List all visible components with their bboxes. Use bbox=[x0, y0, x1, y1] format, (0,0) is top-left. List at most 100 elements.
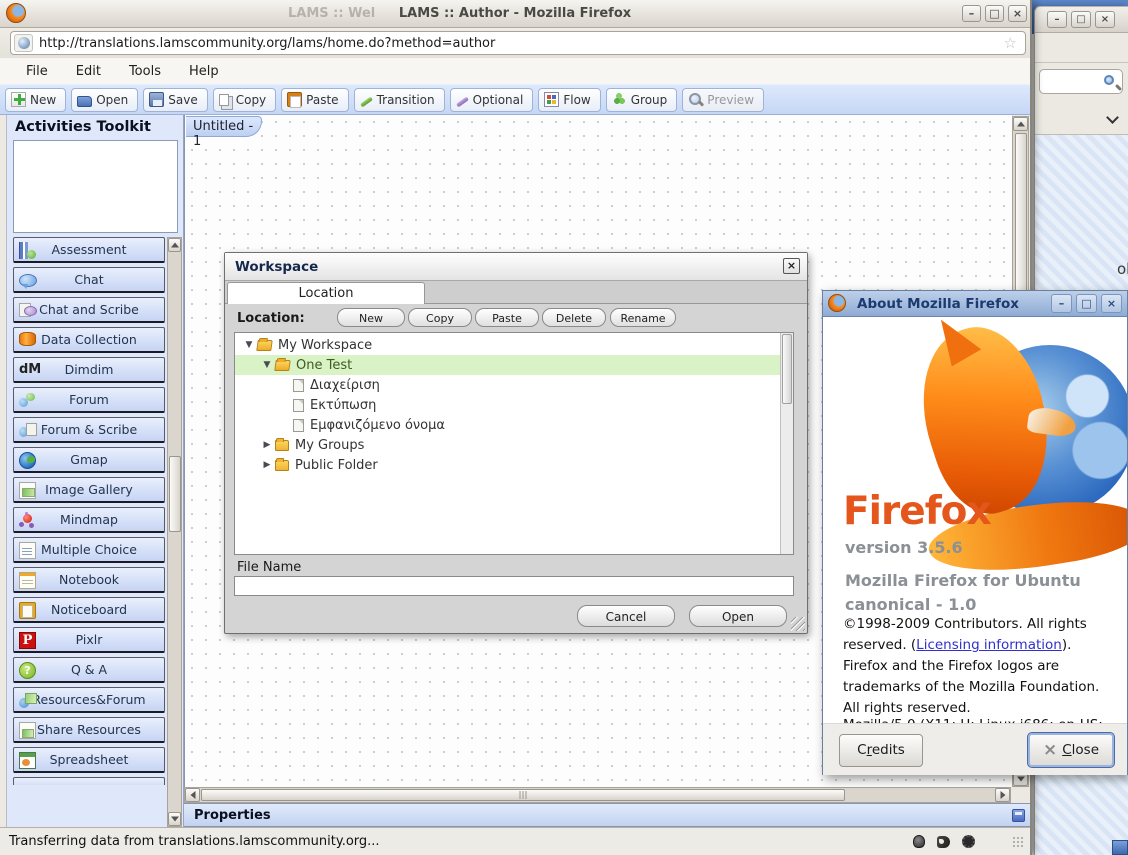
activity-partial[interactable] bbox=[13, 777, 165, 785]
workspace-dialog-header[interactable]: Workspace × bbox=[225, 253, 807, 281]
chevron-down-icon[interactable] bbox=[1106, 111, 1119, 124]
tree-item-my-groups[interactable]: ▶ My Groups bbox=[235, 435, 793, 455]
close-icon[interactable]: × bbox=[1101, 294, 1122, 313]
bookmark-star-icon[interactable]: ☆ bbox=[1004, 34, 1017, 52]
titlebar[interactable]: LAMS :: Wel LAMS :: Author - Mozilla Fir… bbox=[0, 0, 1030, 28]
folder-icon bbox=[275, 440, 289, 451]
maximize-icon[interactable]: □ bbox=[985, 5, 1004, 22]
close-icon[interactable]: × bbox=[1095, 11, 1115, 28]
copy-button[interactable]: Copy bbox=[408, 308, 472, 327]
expander-down-icon[interactable]: ▼ bbox=[261, 360, 273, 370]
preview-button[interactable]: Preview bbox=[682, 88, 764, 112]
transition-button[interactable]: Transition bbox=[354, 88, 445, 112]
scrollbar-thumb[interactable] bbox=[201, 789, 845, 801]
delete-button[interactable]: Delete bbox=[542, 308, 606, 327]
url-bar[interactable]: ☆ bbox=[10, 31, 1026, 55]
minimize-icon[interactable]: – bbox=[1051, 294, 1072, 313]
activity-chat-and-scribe[interactable]: Chat and Scribe bbox=[13, 297, 165, 323]
sidebar-scrollbar[interactable] bbox=[167, 237, 182, 827]
activity-spreadsheet[interactable]: Spreadsheet bbox=[13, 747, 165, 773]
url-input[interactable] bbox=[39, 32, 989, 54]
paste-button[interactable]: Paste bbox=[475, 308, 539, 327]
activity-notebook[interactable]: Notebook bbox=[13, 567, 165, 593]
canvas-horizontal-scrollbar[interactable] bbox=[184, 787, 1011, 803]
design-tab[interactable]: Untitled - 1 bbox=[186, 116, 262, 137]
tab-location[interactable]: Location bbox=[227, 282, 425, 304]
flow-icon bbox=[544, 92, 559, 107]
scroll-down-icon[interactable] bbox=[168, 812, 181, 826]
minimize-icon[interactable]: – bbox=[1047, 11, 1067, 28]
copy-button[interactable]: Copy bbox=[213, 88, 276, 112]
activity-chat[interactable]: Chat bbox=[13, 267, 165, 293]
menu-edit[interactable]: Edit bbox=[66, 61, 111, 82]
expand-icon[interactable] bbox=[1012, 809, 1025, 822]
activity-gmap[interactable]: Gmap bbox=[13, 447, 165, 473]
activity-dimdim[interactable]: dMDimdim bbox=[13, 357, 165, 383]
activity-mindmap[interactable]: Mindmap bbox=[13, 507, 165, 533]
close-icon[interactable]: × bbox=[783, 258, 800, 274]
search-input[interactable] bbox=[1039, 69, 1123, 94]
activity-forum[interactable]: Forum bbox=[13, 387, 165, 413]
tree-item-file[interactable]: Διαχείριση bbox=[235, 375, 793, 395]
activity-multiple-choice[interactable]: Multiple Choice bbox=[13, 537, 165, 563]
gear-icon[interactable] bbox=[962, 835, 975, 848]
minimize-icon[interactable]: – bbox=[962, 5, 981, 22]
activity-share-resources[interactable]: Share Resources bbox=[13, 717, 165, 743]
activity-forum-scribe[interactable]: Forum & Scribe bbox=[13, 417, 165, 443]
resize-grip[interactable] bbox=[1012, 836, 1024, 848]
menu-file[interactable]: File bbox=[16, 61, 58, 82]
new-button[interactable]: New bbox=[5, 88, 66, 112]
tree-item-public-folder[interactable]: ▶ Public Folder bbox=[235, 455, 793, 475]
expander-down-icon[interactable]: ▼ bbox=[243, 340, 255, 350]
new-folder-button[interactable]: New bbox=[337, 308, 405, 327]
credits-button[interactable]: Credits bbox=[839, 734, 923, 767]
tree-scrollbar[interactable] bbox=[780, 333, 793, 554]
flow-button[interactable]: Flow bbox=[538, 88, 600, 112]
file-name-input[interactable] bbox=[234, 576, 794, 596]
menu-tools[interactable]: Tools bbox=[119, 61, 171, 82]
scroll-left-icon[interactable] bbox=[185, 788, 200, 802]
rename-button[interactable]: Rename bbox=[610, 308, 676, 327]
cancel-button[interactable]: Cancel bbox=[577, 605, 675, 627]
tree-item-file[interactable]: Εμφανιζόμενο όνομα bbox=[235, 415, 793, 435]
activity-noticeboard[interactable]: Noticeboard bbox=[13, 597, 165, 623]
activity-image-gallery[interactable]: Image Gallery bbox=[13, 477, 165, 503]
activity-resources-forum[interactable]: Resources&Forum bbox=[13, 687, 165, 713]
menu-help[interactable]: Help bbox=[179, 61, 229, 82]
maximize-icon[interactable]: □ bbox=[1076, 294, 1097, 313]
close-icon[interactable]: × bbox=[1008, 5, 1027, 22]
workspace-dialog-title: Workspace bbox=[235, 259, 318, 275]
activity-data-collection[interactable]: Data Collection bbox=[13, 327, 165, 353]
scrollbar-thumb[interactable] bbox=[169, 456, 181, 532]
activity-qa[interactable]: ?Q & A bbox=[13, 657, 165, 683]
paste-button[interactable]: Paste bbox=[281, 88, 348, 112]
open-folder-icon bbox=[77, 96, 92, 107]
about-dialog-titlebar[interactable]: About Mozilla Firefox – □ × bbox=[823, 291, 1127, 317]
author-toolbar: New Open Save Copy Paste Transition Opti… bbox=[0, 84, 1030, 115]
properties-bar[interactable]: Properties bbox=[184, 803, 1030, 827]
group-button[interactable]: Group bbox=[606, 88, 678, 112]
licensing-information-link[interactable]: Licensing information bbox=[916, 637, 1062, 653]
activity-assessment[interactable]: Assessment bbox=[13, 237, 165, 263]
activity-pixlr[interactable]: PPixlr bbox=[13, 627, 165, 653]
monkey-icon[interactable] bbox=[937, 836, 950, 848]
resources-forum-icon bbox=[19, 692, 36, 709]
scroll-up-icon[interactable] bbox=[168, 238, 181, 252]
close-button[interactable]: ×Close bbox=[1027, 732, 1115, 768]
expander-right-icon[interactable]: ▶ bbox=[261, 460, 273, 470]
tree-item-file[interactable]: Εκτύπωση bbox=[235, 395, 793, 415]
save-button[interactable]: Save bbox=[143, 88, 207, 112]
scrollbar-thumb[interactable] bbox=[782, 334, 792, 404]
scroll-right-icon[interactable] bbox=[995, 788, 1010, 802]
resize-grip[interactable] bbox=[791, 617, 805, 631]
scroll-up-icon[interactable] bbox=[1013, 117, 1028, 131]
tree-item-one-test[interactable]: ▼ One Test bbox=[235, 355, 793, 375]
bug-icon[interactable] bbox=[913, 835, 925, 848]
open-button[interactable]: Open bbox=[689, 605, 787, 627]
open-button[interactable]: Open bbox=[71, 88, 138, 112]
maximize-icon[interactable]: □ bbox=[1071, 11, 1091, 28]
expander-right-icon[interactable]: ▶ bbox=[261, 440, 273, 450]
pixlr-icon: P bbox=[19, 632, 36, 649]
tree-item-my-workspace[interactable]: ▼ My Workspace bbox=[235, 335, 793, 355]
optional-button[interactable]: Optional bbox=[450, 88, 534, 112]
